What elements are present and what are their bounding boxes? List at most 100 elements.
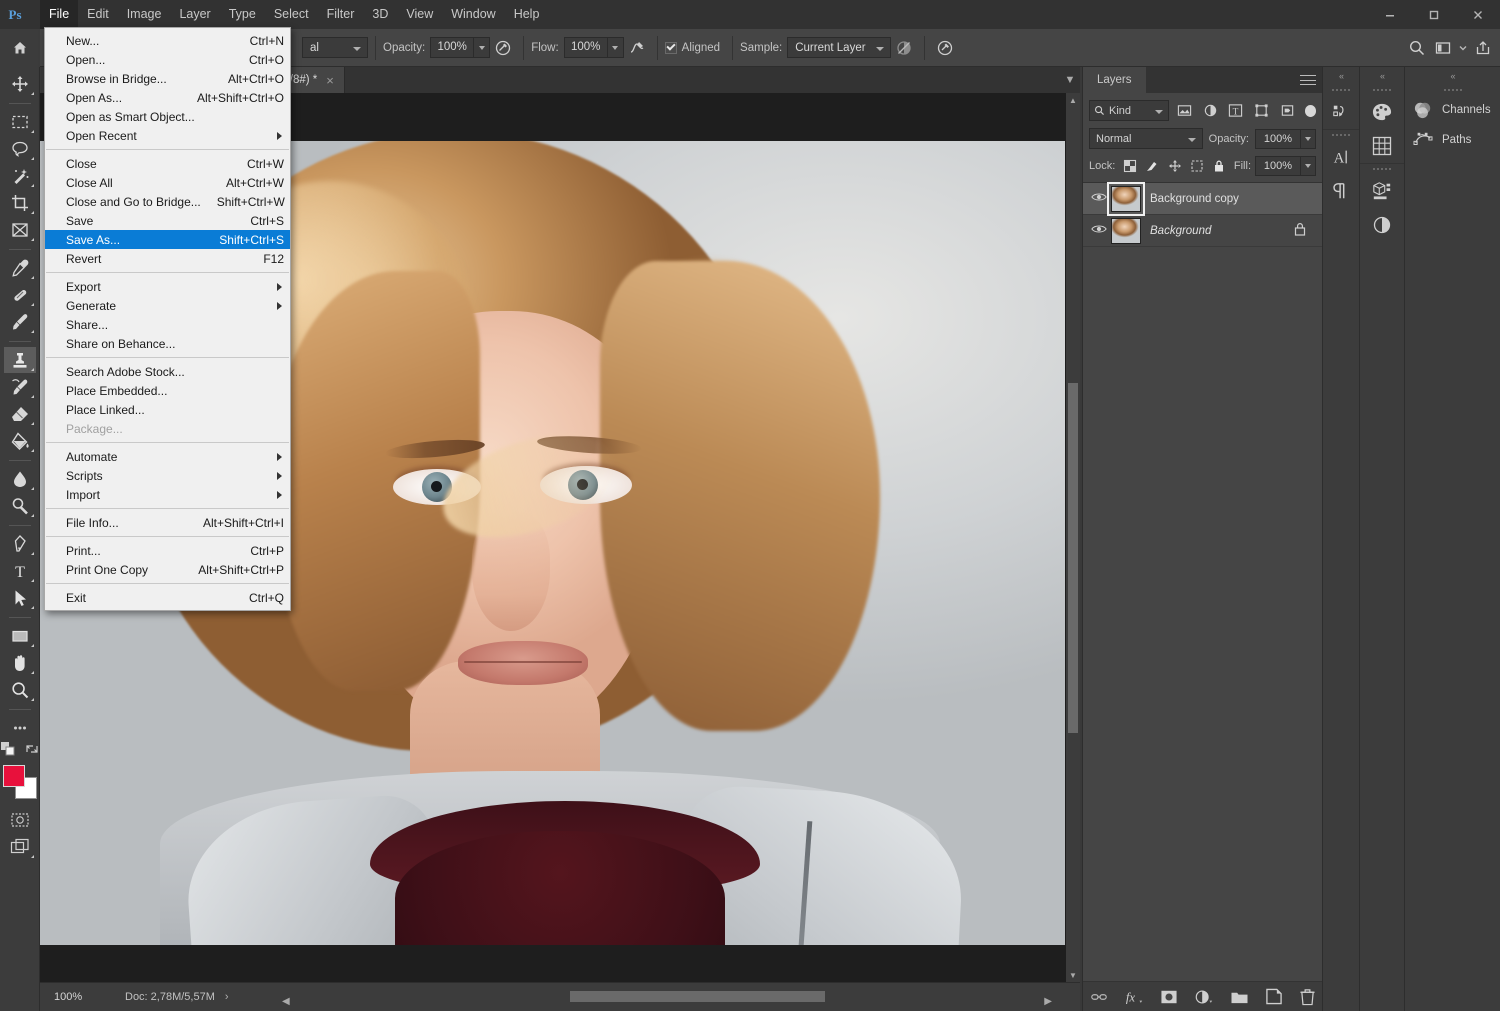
dock-collapse-icon-1[interactable]: « xyxy=(1405,67,1500,85)
pixel-filter-icon[interactable] xyxy=(1174,100,1195,121)
clone-stamp-tool[interactable] xyxy=(4,347,36,373)
file-menu-item-open-as[interactable]: Open As...Alt+Shift+Ctrl+O xyxy=(45,88,290,107)
dock-collapse-icon-3[interactable]: « xyxy=(1323,67,1359,85)
menu-3d[interactable]: 3D xyxy=(363,0,397,29)
dodge-tool[interactable] xyxy=(4,493,36,519)
swap-colors-icon[interactable] xyxy=(25,742,39,759)
file-menu-item-revert[interactable]: RevertF12 xyxy=(45,249,290,268)
file-menu-item-share[interactable]: Share... xyxy=(45,315,290,334)
brush-tool[interactable] xyxy=(4,309,36,335)
layer-thumbnail[interactable] xyxy=(1111,218,1141,244)
new-group-icon[interactable] xyxy=(1230,989,1249,1005)
file-menu-item-close-all[interactable]: Close AllAlt+Ctrl+W xyxy=(45,173,290,192)
tablet-pressure-icon[interactable] xyxy=(932,35,958,61)
search-icon[interactable] xyxy=(1404,35,1430,61)
link-layers-icon[interactable] xyxy=(1090,988,1108,1006)
opacity-input[interactable]: 100% xyxy=(430,37,474,58)
canvas-vertical-scroll-thumb[interactable] xyxy=(1068,383,1078,733)
layer-visibility-toggle[interactable] xyxy=(1087,191,1111,206)
brush-mode-select[interactable]: al xyxy=(302,37,368,58)
minimize-button[interactable] xyxy=(1368,0,1412,29)
ignore-adjustment-icon[interactable] xyxy=(891,35,917,61)
adjustments-icon[interactable] xyxy=(1360,208,1404,242)
quick-selection-tool[interactable] xyxy=(4,163,36,189)
crop-tool[interactable] xyxy=(4,190,36,216)
file-menu-item-exit[interactable]: ExitCtrl+Q xyxy=(45,588,290,607)
file-menu-item-import[interactable]: Import xyxy=(45,485,290,504)
pen-tool[interactable] xyxy=(4,531,36,557)
layer-style-fx-icon[interactable]: fx xyxy=(1124,988,1144,1006)
dock-grip-3a[interactable] xyxy=(1323,85,1359,95)
color-palette-icon[interactable] xyxy=(1360,95,1404,129)
tab-layers[interactable]: Layers xyxy=(1083,67,1146,93)
zoom-level-input[interactable]: 100% xyxy=(48,988,100,1006)
layer-row[interactable]: Background copy xyxy=(1083,183,1322,215)
default-colors-icon[interactable] xyxy=(1,742,15,759)
scroll-down-icon[interactable]: ▼ xyxy=(1066,968,1080,982)
smoothing-icon[interactable] xyxy=(624,35,650,61)
delete-layer-icon[interactable] xyxy=(1299,988,1316,1006)
layer-fill-input[interactable]: 100% xyxy=(1255,156,1301,176)
file-menu-item-print-one-copy[interactable]: Print One CopyAlt+Shift+Ctrl+P xyxy=(45,560,290,579)
flow-stepper[interactable] xyxy=(608,37,624,58)
file-menu-item-save-as[interactable]: Save As...Shift+Ctrl+S xyxy=(45,230,290,249)
new-fill-adjustment-layer-icon[interactable] xyxy=(1194,988,1214,1006)
rectangle-tool[interactable] xyxy=(4,623,36,649)
scroll-right-icon[interactable]: ▶ xyxy=(1044,996,1052,1007)
menu-view[interactable]: View xyxy=(397,0,442,29)
share-icon[interactable] xyxy=(1470,35,1496,61)
status-expand-icon[interactable]: › xyxy=(225,991,229,1003)
home-icon[interactable] xyxy=(0,29,40,67)
file-menu-item-generate[interactable]: Generate xyxy=(45,296,290,315)
tab-overflow-icon[interactable]: ▼ xyxy=(1060,67,1080,93)
lock-all-icon[interactable] xyxy=(1212,158,1227,175)
menu-image[interactable]: Image xyxy=(118,0,171,29)
shape-filter-icon[interactable] xyxy=(1251,100,1272,121)
file-menu-item-print[interactable]: Print...Ctrl+P xyxy=(45,541,290,560)
history-brush-tool[interactable] xyxy=(4,374,36,400)
menu-help[interactable]: Help xyxy=(505,0,549,29)
menu-type[interactable]: Type xyxy=(220,0,265,29)
canvas-vertical-scrollbar[interactable]: ▲ ▼ xyxy=(1066,93,1080,982)
blend-mode-select[interactable]: Normal xyxy=(1089,128,1203,149)
file-menu-item-automate[interactable]: Automate xyxy=(45,447,290,466)
new-layer-icon[interactable] xyxy=(1265,988,1283,1005)
lock-image-pixels-icon[interactable] xyxy=(1145,158,1160,175)
quick-mask-icon[interactable] xyxy=(4,807,36,833)
rectangular-marquee-tool[interactable] xyxy=(4,109,36,135)
maximize-button[interactable] xyxy=(1412,0,1456,29)
flow-input[interactable]: 100% xyxy=(564,37,608,58)
dock-grip-2b[interactable] xyxy=(1360,164,1404,174)
file-menu-item-open-as-smart-object[interactable]: Open as Smart Object... xyxy=(45,107,290,126)
canvas-horizontal-scroll-thumb[interactable] xyxy=(570,991,825,1002)
dock-grip-3b[interactable] xyxy=(1323,130,1359,140)
dock-grip-1[interactable] xyxy=(1405,85,1500,95)
workspace-icon[interactable] xyxy=(1430,35,1456,61)
character-icon[interactable]: A xyxy=(1323,140,1359,174)
file-menu-item-place-linked[interactable]: Place Linked... xyxy=(45,400,290,419)
scroll-left-icon[interactable]: ◀ xyxy=(282,996,290,1007)
frame-tool[interactable] xyxy=(4,217,36,243)
close-button[interactable] xyxy=(1456,0,1500,29)
lock-position-icon[interactable] xyxy=(1167,158,1182,175)
blur-tool[interactable] xyxy=(4,466,36,492)
dock-collapse-icon-2[interactable]: « xyxy=(1360,67,1404,85)
foreground-color-swatch[interactable] xyxy=(3,765,25,787)
smart-object-filter-icon[interactable] xyxy=(1277,100,1298,121)
opacity-stepper[interactable] xyxy=(474,37,490,58)
file-menu-item-scripts[interactable]: Scripts xyxy=(45,466,290,485)
menu-select[interactable]: Select xyxy=(265,0,318,29)
file-menu-item-export[interactable]: Export xyxy=(45,277,290,296)
panel-menu-icon[interactable] xyxy=(1300,73,1316,87)
zoom-tool[interactable] xyxy=(4,677,36,703)
properties-icon[interactable] xyxy=(1323,95,1359,129)
file-menu-item-share-on-behance[interactable]: Share on Behance... xyxy=(45,334,290,353)
file-menu-item-browse-in-bridge[interactable]: Browse in Bridge...Alt+Ctrl+O xyxy=(45,69,290,88)
type-tool[interactable]: T xyxy=(4,558,36,584)
filter-toggle-icon[interactable] xyxy=(1305,105,1316,117)
layer-filter-kind-select[interactable]: Kind xyxy=(1089,100,1169,121)
layer-row[interactable]: Background xyxy=(1083,215,1322,247)
layer-visibility-toggle[interactable] xyxy=(1087,223,1111,238)
add-layer-mask-icon[interactable] xyxy=(1160,989,1178,1005)
file-menu-item-place-embedded[interactable]: Place Embedded... xyxy=(45,381,290,400)
